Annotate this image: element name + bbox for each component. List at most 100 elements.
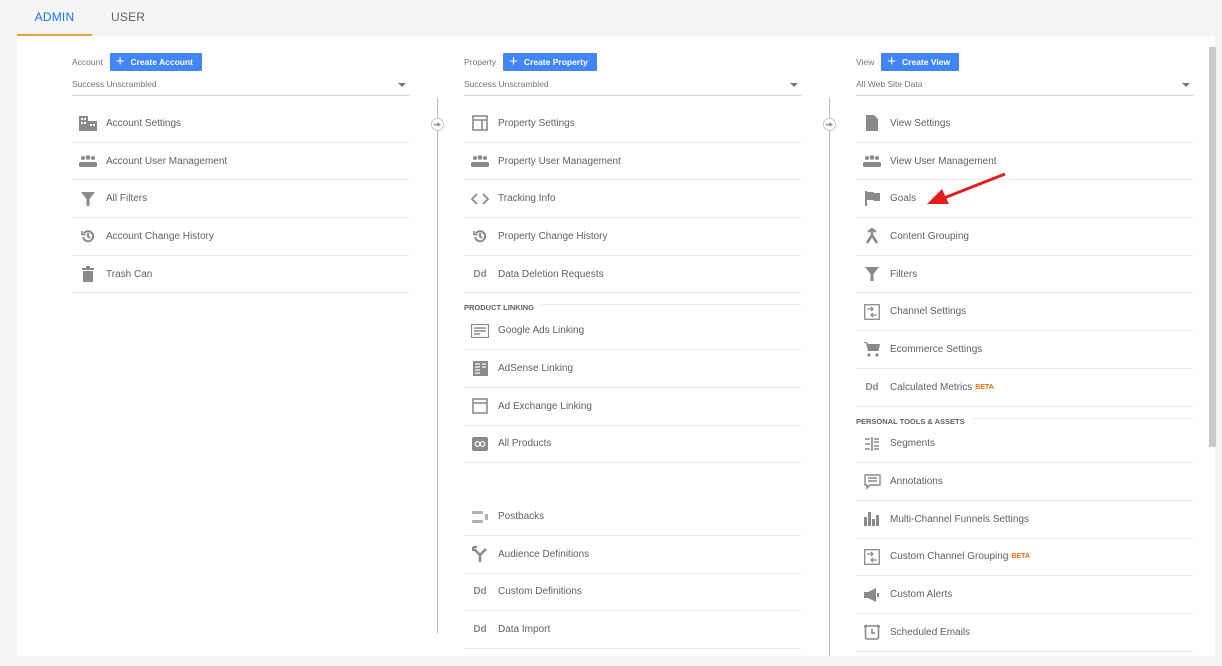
item-label: All Filters — [106, 193, 148, 205]
tracking-info-item[interactable]: Tracking Info — [464, 180, 801, 219]
multi-channel-funnels-settings-item[interactable]: Multi-Channel Funnels Settings — [856, 501, 1193, 539]
item-label: Property User Management — [498, 155, 621, 167]
arrow-right-icon — [823, 118, 836, 131]
filter-icon — [78, 190, 98, 208]
item-label: Custom Channel Grouping — [890, 551, 1009, 563]
item-label: Property Settings — [498, 117, 575, 129]
view-settings-item[interactable]: View Settings — [856, 105, 1193, 143]
chevron-down-icon — [398, 83, 406, 87]
item-label: Audience Definitions — [498, 548, 590, 560]
account-selector[interactable]: Success Unscrambled — [72, 79, 409, 96]
chevron-down-icon — [790, 83, 798, 87]
custom-definitions-item[interactable]: Dd Custom Definitions — [464, 574, 801, 612]
create-account-button[interactable]: + Create Account — [109, 53, 202, 71]
view-label: View — [856, 57, 875, 67]
cart-icon — [862, 340, 882, 358]
item-label: Account User Management — [106, 155, 228, 167]
adsense-linking-item[interactable]: AdSense Linking — [464, 350, 801, 388]
beta-badge: BETA — [1011, 553, 1030, 561]
dd-icon: Dd — [473, 624, 487, 636]
ads-icon — [470, 322, 490, 340]
building-icon — [78, 114, 98, 132]
content-grouping-item[interactable]: Content Grouping — [856, 218, 1193, 256]
channel-settings-item[interactable]: Channel Settings — [856, 293, 1193, 332]
plus-icon: + — [887, 53, 897, 70]
data-deletion-requests-item[interactable]: Dd Data Deletion Requests — [464, 256, 801, 294]
item-label: Custom Alerts — [890, 589, 953, 601]
segments-item[interactable]: Segments — [856, 426, 1193, 464]
flag-icon — [862, 190, 882, 208]
tab-admin[interactable]: ADMIN — [17, 0, 92, 36]
account-change-history-item[interactable]: Account Change History — [72, 218, 409, 256]
property-settings-item[interactable]: Property Settings — [464, 105, 801, 143]
view-selected-value: All Web Site Data — [856, 79, 923, 89]
create-property-button[interactable]: + Create Property — [503, 53, 597, 71]
item-label: Account Change History — [106, 230, 214, 242]
dd-icon: Dd — [473, 586, 487, 598]
scheduled-emails-item[interactable]: Scheduled Emails — [856, 614, 1193, 652]
postbacks-item[interactable]: Postbacks — [464, 498, 801, 536]
product-linking-header: PRODUCT LINKING — [464, 293, 801, 313]
dd-icon: Dd — [473, 268, 487, 280]
item-label: Content Grouping — [890, 230, 969, 242]
alarm-icon — [862, 623, 882, 641]
property-selector[interactable]: Success Unscrambled — [464, 79, 801, 96]
data-import-item[interactable]: Dd Data Import — [464, 611, 801, 649]
plus-icon: + — [509, 53, 518, 70]
merge-icon — [862, 227, 882, 245]
custom-channel-grouping-item[interactable]: Custom Channel Grouping BETA — [856, 539, 1193, 577]
tab-user[interactable]: USER — [92, 0, 165, 36]
account-settings-item[interactable]: Account Settings — [72, 105, 409, 143]
property-menu: Property Settings Property User Manageme… — [464, 105, 801, 649]
item-label: Channel Settings — [890, 306, 967, 318]
trash-can-item[interactable]: Trash Can — [72, 256, 409, 294]
account-label: Account — [72, 57, 103, 67]
vertical-scrollbar[interactable] — [1209, 47, 1216, 447]
chevron-down-icon — [1182, 83, 1190, 87]
history-icon — [78, 227, 98, 245]
trash-icon — [78, 265, 98, 283]
view-selector[interactable]: All Web Site Data — [856, 79, 1193, 96]
calculated-metrics-item[interactable]: Dd Calculated Metrics BETA — [856, 369, 1193, 407]
google-ads-linking-item[interactable]: Google Ads Linking — [464, 312, 801, 351]
item-label: Tracking Info — [498, 193, 556, 205]
users-icon — [78, 152, 98, 170]
all-products-item[interactable]: All Products — [464, 426, 801, 464]
property-change-history-item[interactable]: Property Change History — [464, 218, 801, 256]
goals-item[interactable]: Goals — [856, 180, 1193, 219]
channel-icon — [862, 303, 882, 321]
item-label: Account Settings — [106, 117, 182, 129]
ad-exchange-linking-item[interactable]: Ad Exchange Linking — [464, 388, 801, 426]
comment-icon — [862, 473, 882, 491]
admin-tabs: ADMIN USER — [17, 0, 165, 36]
filters-item[interactable]: Filters — [856, 256, 1193, 294]
beta-badge: BETA — [975, 383, 994, 391]
item-label: Ad Exchange Linking — [498, 400, 592, 412]
users-icon — [470, 152, 490, 170]
item-label: Postbacks — [498, 511, 545, 523]
ecommerce-settings-item[interactable]: Ecommerce Settings — [856, 331, 1193, 369]
view-user-management-item[interactable]: View User Management — [856, 143, 1193, 181]
all-filters-item[interactable]: All Filters — [72, 180, 409, 219]
property-label: Property — [464, 57, 497, 67]
document-icon — [862, 114, 882, 132]
item-label: Ecommerce Settings — [890, 343, 983, 355]
create-view-button[interactable]: + Create View — [881, 53, 960, 71]
custom-alerts-item[interactable]: Custom Alerts — [856, 576, 1193, 614]
column-divider — [829, 98, 830, 656]
view-menu: View Settings View User Management Goals… — [856, 105, 1193, 652]
account-user-management-item[interactable]: Account User Management — [72, 143, 409, 181]
postbacks-icon — [470, 508, 490, 526]
megaphone-icon — [862, 586, 882, 604]
item-label: All Products — [498, 438, 552, 450]
audience-definitions-item[interactable]: Audience Definitions — [464, 536, 801, 574]
annotation-arrow-icon — [927, 172, 1006, 204]
property-user-management-item[interactable]: Property User Management — [464, 143, 801, 181]
plus-icon: + — [115, 53, 125, 70]
adsense-icon — [470, 359, 490, 377]
account-selected-value: Success Unscrambled — [72, 79, 157, 89]
annotations-item[interactable]: Annotations — [856, 463, 1193, 501]
dd-icon: Dd — [865, 381, 879, 393]
item-label: Scheduled Emails — [890, 626, 971, 638]
item-label: Multi-Channel Funnels Settings — [890, 513, 1029, 525]
